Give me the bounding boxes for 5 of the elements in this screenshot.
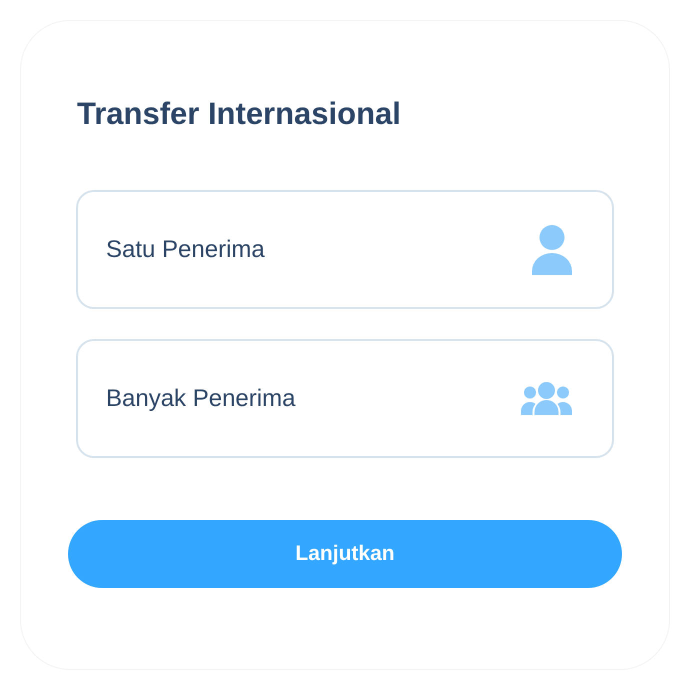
page-title: Transfer Internasional bbox=[76, 96, 401, 132]
recipient-option[interactable]: Banyak Penerima bbox=[76, 339, 614, 458]
recipient-option[interactable]: Satu Penerima bbox=[76, 190, 614, 309]
person-icon bbox=[532, 224, 572, 274]
group-icon bbox=[521, 382, 572, 415]
